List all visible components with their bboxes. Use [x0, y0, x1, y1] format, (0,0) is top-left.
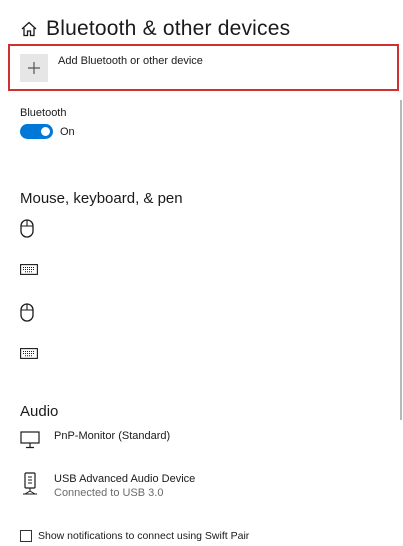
audio-heading: Audio [20, 403, 59, 420]
bluetooth-toggle-state: On [60, 125, 75, 138]
swift-pair-row[interactable]: Show notifications to connect using Swif… [20, 530, 249, 542]
mouse-icon[interactable] [20, 219, 34, 238]
mouse-keyboard-pen-heading: Mouse, keyboard, & pen [20, 190, 183, 207]
scrollbar[interactable] [400, 100, 402, 420]
bluetooth-toggle[interactable] [20, 124, 53, 139]
plus-icon [20, 53, 48, 82]
swift-pair-checkbox[interactable] [20, 530, 32, 542]
device-name: PnP-Monitor (Standard) [54, 430, 171, 442]
audio-device-usb[interactable]: USB Advanced Audio Device Connected to U… [20, 472, 195, 500]
device-name: USB Advanced Audio Device [54, 473, 196, 485]
monitor-icon [20, 431, 40, 449]
audio-device-text: PnP-Monitor (Standard) [54, 429, 170, 449]
keyboard-icon[interactable] [20, 264, 38, 275]
keyboard-icon[interactable] [20, 348, 38, 359]
audio-device-monitor[interactable]: PnP-Monitor (Standard) [20, 429, 170, 449]
add-device-button[interactable]: Add Bluetooth or other device [8, 44, 399, 91]
audio-device-text: USB Advanced Audio Device Connected to U… [54, 472, 195, 500]
toggle-knob [41, 127, 50, 136]
device-status: Connected to USB 3.0 [54, 487, 164, 499]
mouse-icon[interactable] [20, 303, 34, 322]
swift-pair-label: Show notifications to connect using Swif… [38, 530, 250, 542]
page-header: Bluetooth & other devices [20, 14, 290, 44]
speaker-icon [23, 472, 37, 495]
home-icon[interactable] [20, 20, 38, 38]
bluetooth-label: Bluetooth [20, 107, 67, 119]
page-title: Bluetooth & other devices [46, 17, 291, 40]
bluetooth-toggle-row: On [20, 124, 75, 139]
add-device-label: Add Bluetooth or other device [58, 54, 203, 67]
